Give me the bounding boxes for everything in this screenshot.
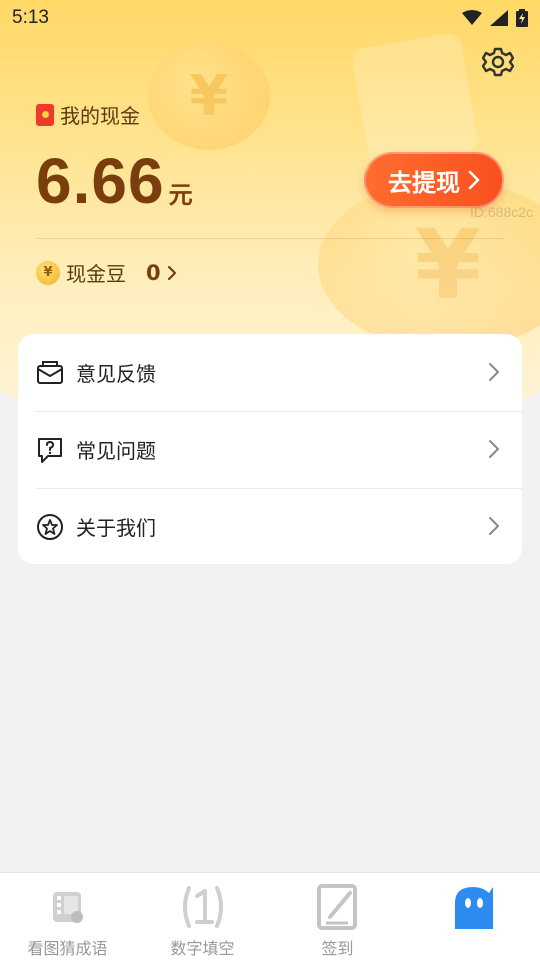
- profile-page: ¥ ¥ 5:13 我的现金 6.66 元 去提现 ID:688c2c ¥ 现金豆…: [0, 0, 540, 960]
- chevron-right-icon: [489, 440, 499, 458]
- settings-button[interactable]: [480, 44, 516, 80]
- cash-label-row: 我的现金: [36, 100, 140, 129]
- status-icons: [462, 9, 528, 27]
- chevron-right-icon: [489, 517, 499, 535]
- withdraw-button[interactable]: 去提现: [364, 152, 504, 208]
- menu-item-about[interactable]: 关于我们: [18, 488, 522, 565]
- question-bubble-icon: [36, 436, 64, 464]
- menu-item-label: 意见反馈: [76, 362, 156, 386]
- menu-item-label: 关于我们: [76, 516, 156, 540]
- decorative-coin: ¥: [148, 42, 270, 150]
- battery-icon: [516, 9, 528, 27]
- cash-amount-row: 6.66 元: [36, 144, 193, 218]
- nav-label: 数字填空: [170, 939, 235, 958]
- wifi-icon: [462, 10, 482, 25]
- nav-item-number-fill[interactable]: 数字填空: [135, 873, 270, 960]
- nav-label: 签到: [321, 939, 354, 958]
- chevron-right-icon: [489, 363, 499, 381]
- red-packet-icon: [36, 103, 54, 126]
- cash-amount: 6.66: [36, 145, 165, 217]
- nav-label: 看图猜成语: [27, 939, 108, 958]
- menu-item-faq[interactable]: 常见问题: [18, 411, 522, 488]
- nav-item-checkin[interactable]: 签到: [270, 873, 405, 960]
- status-bar: 5:13: [0, 0, 540, 36]
- cash-amount-unit: 元: [168, 181, 193, 209]
- menu-item-feedback[interactable]: 意见反馈: [18, 334, 522, 411]
- cash-beans-count: 0: [146, 260, 161, 285]
- status-time: 5:13: [12, 7, 49, 28]
- settings-menu: 意见反馈 常见问题 关于我们: [18, 334, 522, 564]
- edit-note-icon: [314, 883, 362, 931]
- nav-item-mine[interactable]: [405, 873, 540, 960]
- star-circle-icon: [36, 513, 64, 541]
- gear-icon: [482, 47, 514, 77]
- withdraw-label: 去提现: [388, 168, 460, 197]
- cell-signal-icon: [490, 10, 508, 26]
- feedback-mail-icon: [36, 359, 64, 387]
- chevron-right-icon: [167, 265, 176, 280]
- cash-label: 我的现金: [60, 104, 140, 128]
- cash-beans-row[interactable]: ¥ 现金豆 0: [36, 258, 177, 287]
- ghost-mascot-icon: [449, 883, 497, 931]
- decorative-shape: [350, 31, 480, 169]
- menu-item-label: 常见问题: [76, 439, 156, 463]
- user-id-watermark: ID:688c2c: [470, 204, 534, 220]
- chevron-right-icon: [468, 170, 480, 190]
- film-icon: [44, 883, 92, 931]
- header-divider: [36, 238, 504, 239]
- cash-beans-label: 现金豆: [66, 262, 126, 286]
- number-one-icon: [179, 883, 227, 931]
- yen-coin-icon: ¥: [36, 260, 60, 285]
- nav-item-guess-idiom[interactable]: 看图猜成语: [0, 873, 135, 960]
- bottom-nav: 看图猜成语 数字填空 签到: [0, 872, 540, 960]
